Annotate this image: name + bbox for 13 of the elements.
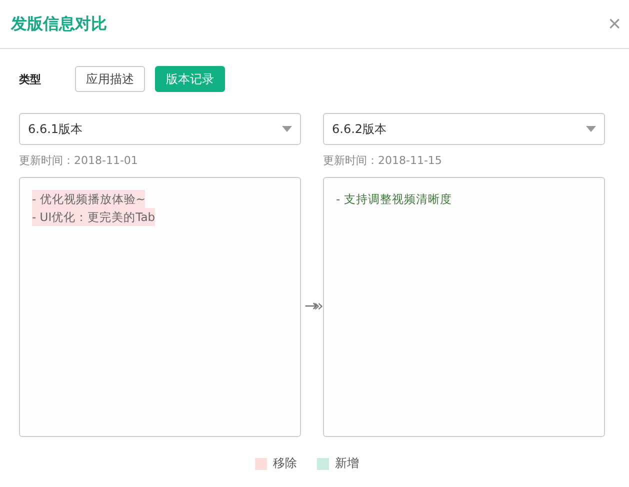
update-time: 更新时间：2018-11-15 <box>323 153 443 168</box>
compare-arrow: →» <box>304 296 320 314</box>
type-option[interactable]: 应用描述 <box>75 66 145 92</box>
changelog-line: - 支持调整视频清晰度 <box>336 191 452 208</box>
version-select[interactable]: 6.6.2版本 <box>323 113 605 145</box>
caret-icon <box>282 126 292 132</box>
dialog-title: 发版信息对比 <box>11 14 107 34</box>
legend-label: 移除 <box>273 455 297 472</box>
caret-icon <box>586 126 596 132</box>
version-select[interactable]: 6.6.1版本 <box>19 113 301 145</box>
type-label: 类型 <box>19 72 41 86</box>
update-time: 更新时间：2018-11-01 <box>19 153 139 168</box>
legend-label: 新增 <box>335 455 359 472</box>
